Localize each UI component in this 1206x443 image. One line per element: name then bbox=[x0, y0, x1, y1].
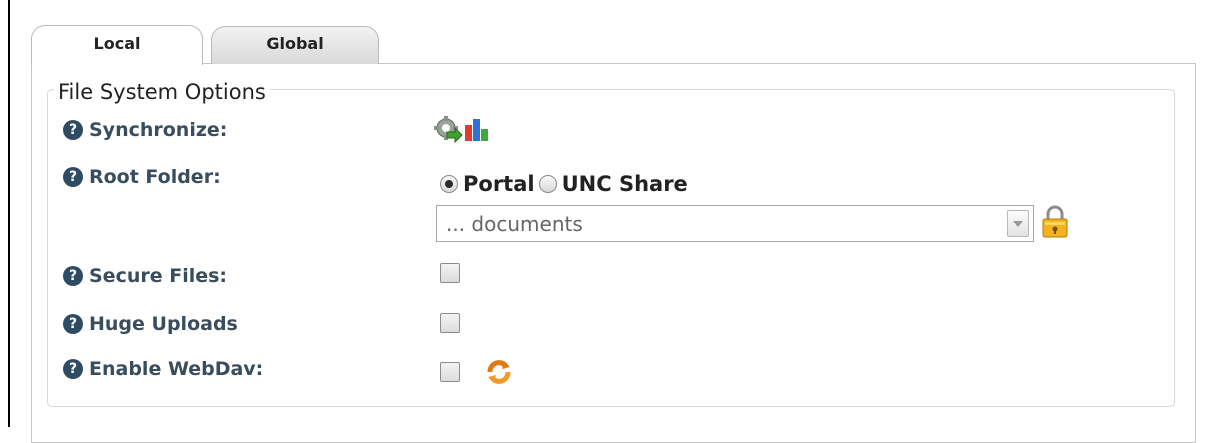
tab-local-label: Local bbox=[93, 34, 141, 53]
help-icon[interactable]: ? bbox=[63, 120, 83, 140]
secure-files-label: Secure Files: bbox=[89, 265, 228, 287]
tab-local[interactable]: Local bbox=[31, 25, 203, 65]
enable-webdav-label: Enable WebDav: bbox=[89, 358, 264, 380]
help-icon[interactable]: ? bbox=[63, 359, 83, 379]
enable-webdav-checkbox[interactable] bbox=[440, 362, 460, 382]
bar-chart-icon[interactable] bbox=[464, 116, 490, 146]
unc-share-radio[interactable] bbox=[538, 175, 557, 193]
huge-uploads-row-label: ? Huge Uploads bbox=[63, 311, 238, 337]
secure-files-row-label: ? Secure Files: bbox=[63, 263, 227, 289]
chevron-down-icon[interactable] bbox=[1007, 210, 1029, 237]
lock-icon[interactable] bbox=[1040, 204, 1070, 242]
help-icon[interactable]: ? bbox=[63, 314, 83, 334]
root-folder-row-label: ? Root Folder: bbox=[63, 164, 221, 190]
tab-global-label: Global bbox=[266, 34, 324, 53]
secure-files-checkbox[interactable] bbox=[440, 263, 460, 283]
help-icon[interactable]: ? bbox=[63, 266, 83, 286]
unc-share-radio-label[interactable]: UNC Share bbox=[562, 172, 688, 196]
portal-radio[interactable] bbox=[440, 175, 458, 193]
help-icon[interactable]: ? bbox=[63, 167, 83, 187]
tab-global[interactable]: Global bbox=[211, 26, 379, 64]
root-folder-label: Root Folder: bbox=[89, 166, 221, 188]
fieldset-legend: File System Options bbox=[54, 80, 270, 104]
sync-gear-icon[interactable] bbox=[433, 115, 463, 147]
huge-uploads-label: Huge Uploads bbox=[89, 313, 238, 335]
refresh-icon[interactable] bbox=[485, 358, 513, 390]
root-folder-select[interactable]: ... documents bbox=[436, 205, 1034, 242]
root-folder-select-value: ... documents bbox=[446, 211, 583, 236]
huge-uploads-checkbox[interactable] bbox=[440, 313, 460, 333]
enable-webdav-row-label: ? Enable WebDav: bbox=[63, 356, 263, 382]
window-edge bbox=[8, 0, 10, 427]
root-folder-radio-group: Portal UNC Share bbox=[440, 171, 692, 197]
synchronize-label: Synchronize: bbox=[89, 119, 228, 141]
portal-radio-label[interactable]: Portal bbox=[463, 172, 535, 196]
synchronize-row-label: ? Synchronize: bbox=[63, 117, 227, 143]
